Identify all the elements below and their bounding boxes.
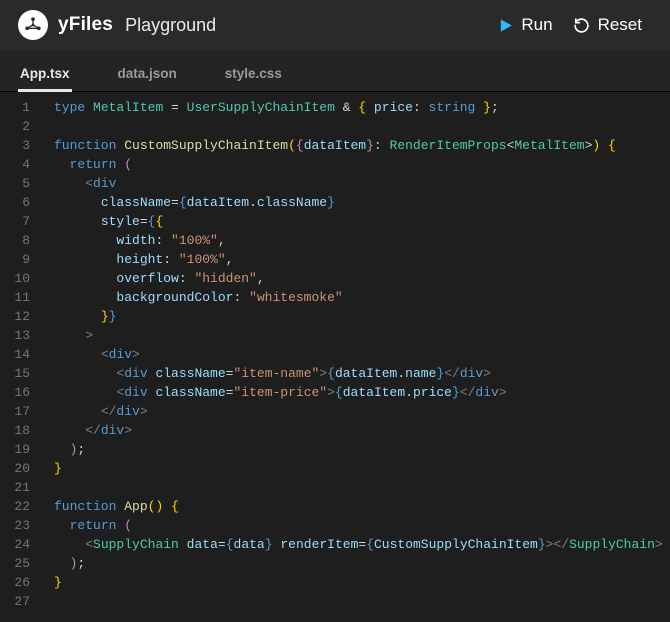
- code-line: }: [54, 459, 670, 478]
- line-number: 14: [0, 345, 40, 364]
- code-line: function CustomSupplyChainItem({dataItem…: [54, 136, 670, 155]
- code-line: );: [54, 554, 670, 573]
- code-line: function App() {: [54, 497, 670, 516]
- run-button-label: Run: [521, 15, 552, 35]
- code-line: </div>: [54, 421, 670, 440]
- tab-style-css[interactable]: style.css: [223, 56, 284, 91]
- line-number: 8: [0, 231, 40, 250]
- line-number: 17: [0, 402, 40, 421]
- code-line: [54, 592, 670, 611]
- reset-icon: [573, 17, 590, 34]
- code-line: <SupplyChain data={data} renderItem={Cus…: [54, 535, 670, 554]
- code-line: overflow: "hidden",: [54, 269, 670, 288]
- code-line: className={dataItem.className}: [54, 193, 670, 212]
- reset-button-label: Reset: [598, 15, 642, 35]
- code-line: }: [54, 573, 670, 592]
- line-number: 21: [0, 478, 40, 497]
- editor-tabs: App.tsx data.json style.css: [0, 50, 670, 92]
- app-root: yFiles Playground Run Reset App.tsx data.…: [0, 0, 670, 622]
- reset-button[interactable]: Reset: [563, 11, 652, 39]
- code-line: backgroundColor: "whitesmoke": [54, 288, 670, 307]
- line-number: 15: [0, 364, 40, 383]
- code-line: <div>: [54, 345, 670, 364]
- header-bar: yFiles Playground Run Reset: [0, 0, 670, 50]
- line-number: 10: [0, 269, 40, 288]
- line-number: 6: [0, 193, 40, 212]
- code-line: }}: [54, 307, 670, 326]
- tab-data-json[interactable]: data.json: [116, 56, 179, 91]
- line-number: 11: [0, 288, 40, 307]
- line-number: 9: [0, 250, 40, 269]
- code-line: return (: [54, 155, 670, 174]
- code-line: type MetalItem = UserSupplyChainItem & {…: [54, 98, 670, 117]
- play-icon: [498, 18, 513, 33]
- line-number: 22: [0, 497, 40, 516]
- code-line: );: [54, 440, 670, 459]
- code-line: height: "100%",: [54, 250, 670, 269]
- line-number: 3: [0, 136, 40, 155]
- line-number: 13: [0, 326, 40, 345]
- line-number: 4: [0, 155, 40, 174]
- code-line: >: [54, 326, 670, 345]
- run-button[interactable]: Run: [488, 11, 562, 39]
- code-editor: 1234567891011121314151617181920212223242…: [0, 92, 670, 622]
- line-number: 26: [0, 573, 40, 592]
- line-number: 24: [0, 535, 40, 554]
- code-line: <div className="item-name">{dataItem.nam…: [54, 364, 670, 383]
- line-number: 27: [0, 592, 40, 611]
- line-number: 5: [0, 174, 40, 193]
- yfiles-logo: [18, 10, 48, 40]
- line-number: 18: [0, 421, 40, 440]
- line-number: 23: [0, 516, 40, 535]
- code-line: [54, 117, 670, 136]
- line-number: 20: [0, 459, 40, 478]
- line-number: 19: [0, 440, 40, 459]
- tab-app-tsx[interactable]: App.tsx: [18, 56, 72, 91]
- line-number: 1: [0, 98, 40, 117]
- line-number: 16: [0, 383, 40, 402]
- line-number: 2: [0, 117, 40, 136]
- code-line: width: "100%",: [54, 231, 670, 250]
- code-line: <div className="item-price">{dataItem.pr…: [54, 383, 670, 402]
- code-line: return (: [54, 516, 670, 535]
- brand-name: yFiles: [58, 14, 113, 36]
- header-subtitle: Playground: [125, 15, 216, 36]
- code-line: <div: [54, 174, 670, 193]
- line-number: 12: [0, 307, 40, 326]
- code-line: style={{: [54, 212, 670, 231]
- line-number: 7: [0, 212, 40, 231]
- line-number-gutter: 1234567891011121314151617181920212223242…: [0, 92, 40, 622]
- line-number: 25: [0, 554, 40, 573]
- code-line: [54, 478, 670, 497]
- code-line: </div>: [54, 402, 670, 421]
- code-area[interactable]: type MetalItem = UserSupplyChainItem & {…: [40, 92, 670, 622]
